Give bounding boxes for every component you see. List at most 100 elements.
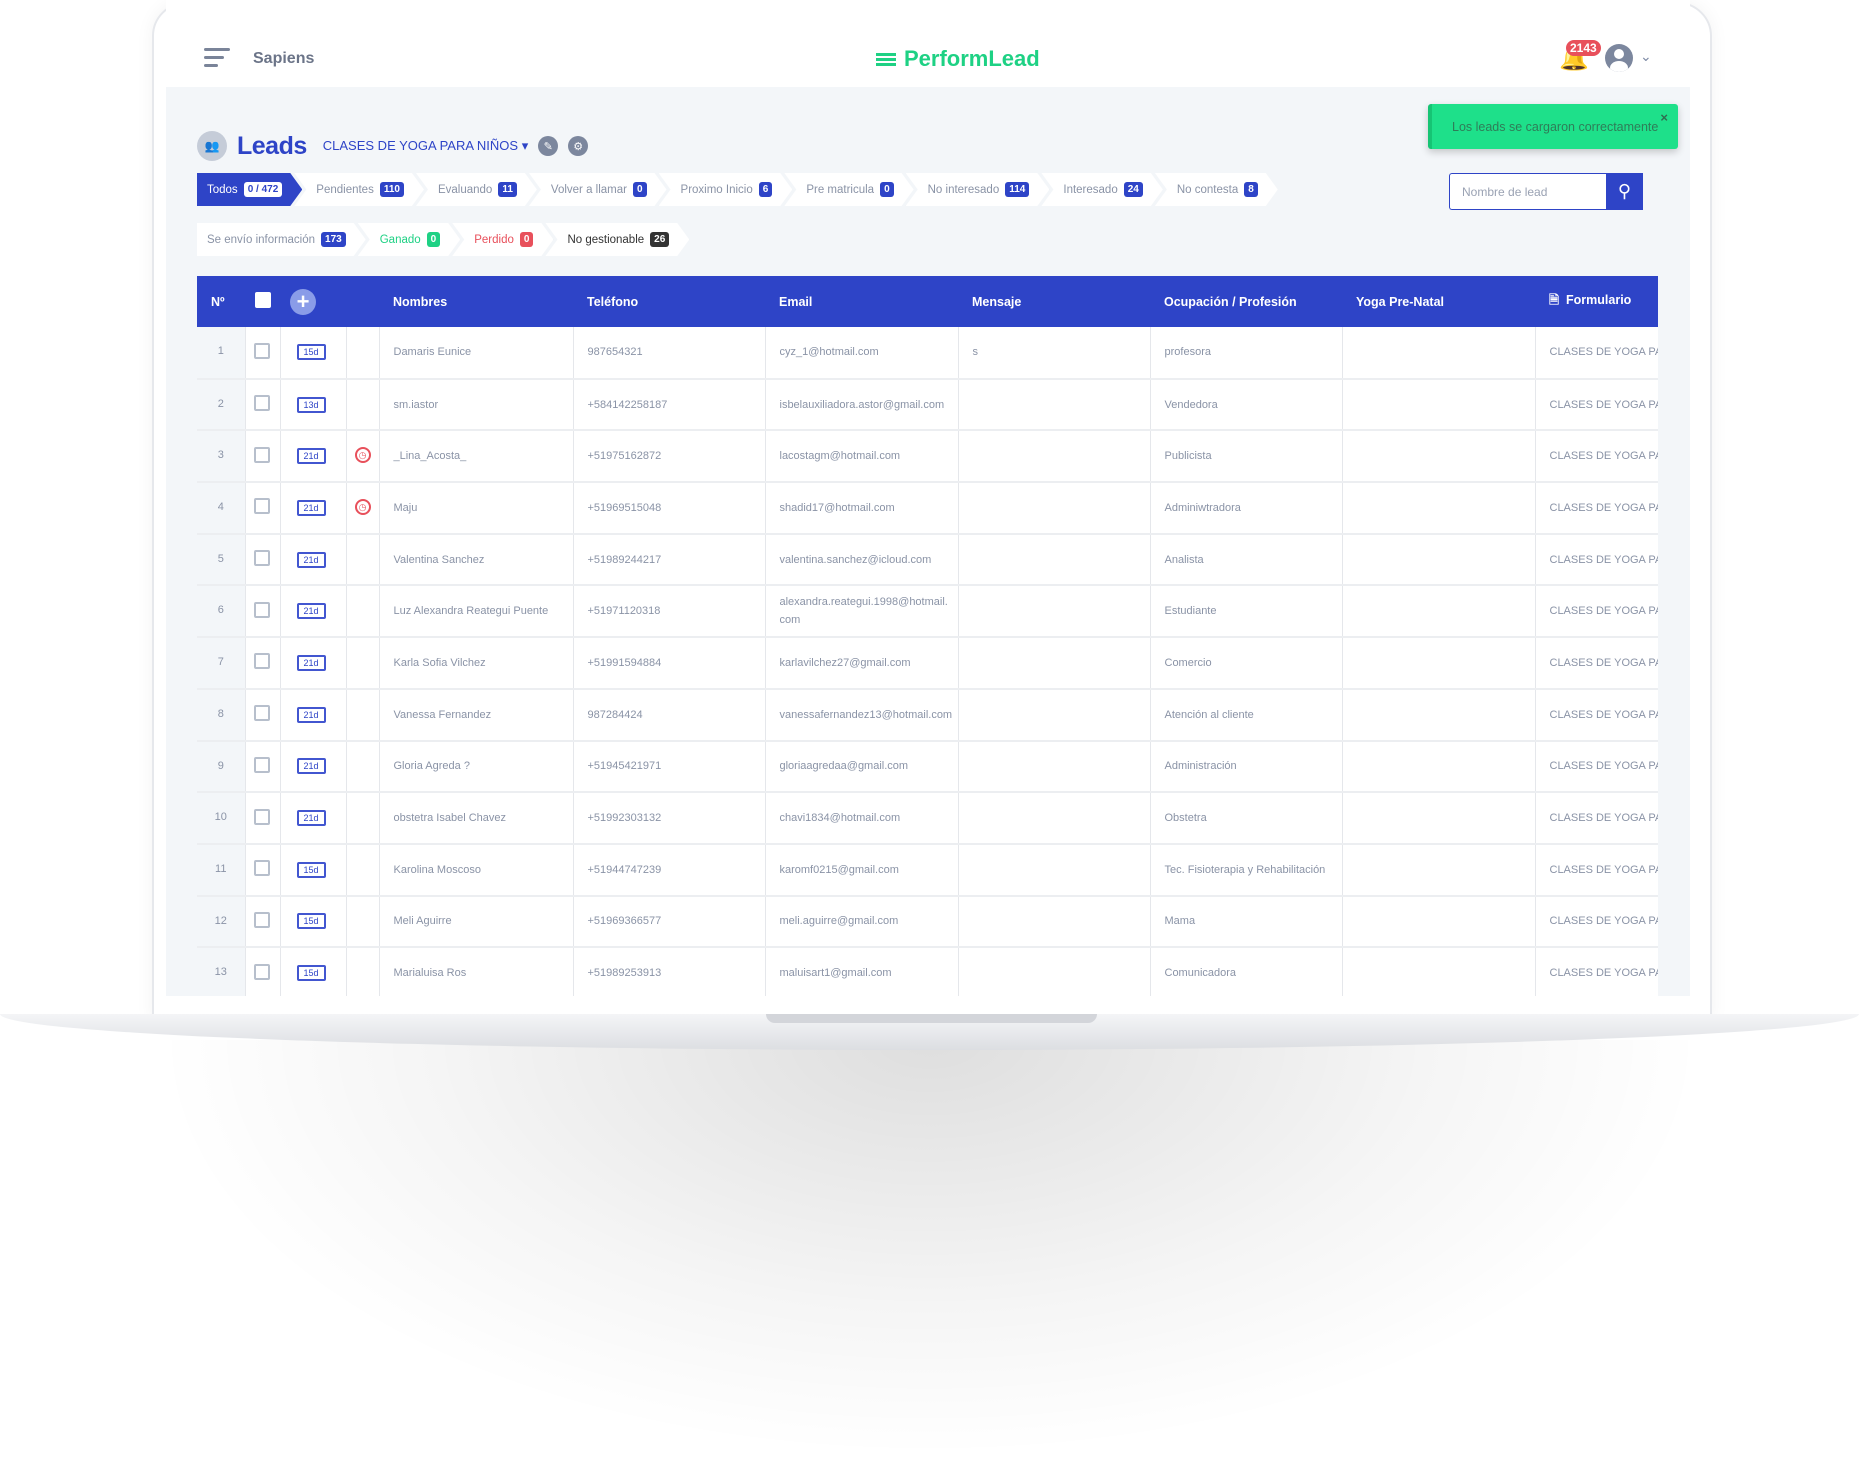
tab-todos[interactable]: Todos 0 / 472: [197, 173, 302, 206]
table-row[interactable]: 3 21d ◷ _Lina_Acosta_ +51975162872 lacos…: [197, 430, 1658, 484]
tab-label: Se envío información: [207, 233, 316, 246]
row-checkbox[interactable]: [253, 911, 270, 928]
lead-name[interactable]: Maju: [379, 482, 574, 535]
close-icon[interactable]: ×: [1660, 110, 1668, 125]
row-checkbox[interactable]: [253, 808, 270, 825]
col-email[interactable]: Email: [765, 276, 958, 327]
chevron-down-icon[interactable]: ⌄: [1640, 48, 1652, 65]
row-checkbox[interactable]: [253, 653, 270, 670]
search-input[interactable]: [1449, 173, 1606, 210]
lead-name[interactable]: Luz Alexandra Reategui Puente: [379, 585, 574, 639]
days-badge: 15d: [296, 913, 326, 930]
row-checkbox[interactable]: [253, 498, 270, 515]
days-badge: 21d: [296, 551, 326, 568]
tab-se-env-o-informaci-n[interactable]: Se envío información 173: [197, 223, 366, 256]
row-number: 4: [197, 482, 246, 535]
row-checkbox[interactable]: [253, 705, 270, 722]
menu-icon[interactable]: [204, 48, 230, 72]
lead-form: CLASES DE YOGA PARA: [1535, 895, 1658, 949]
lead-form: CLASES DE YOGA PARA: [1535, 792, 1658, 845]
lead-email: alexandra.reategui.1998@hotmail.com: [765, 585, 959, 639]
table-row[interactable]: 8 21d Vanessa Fernandez 987284424 vaness…: [197, 688, 1658, 742]
tab-count-badge: 0: [520, 232, 534, 247]
page-header: 👥 Leads CLASES DE YOGA PARA NIÑOS ▾ ✎ ⚙: [197, 131, 589, 161]
row-checkbox[interactable]: [253, 550, 270, 567]
row-select-cell: [245, 740, 281, 794]
table-row[interactable]: 9 21d Gloria Agreda ? +51945421971 glori…: [197, 740, 1658, 794]
row-checkbox[interactable]: [253, 756, 270, 773]
days-badge: 13d: [296, 396, 326, 413]
lead-name[interactable]: Vanessa Fernandez: [379, 688, 574, 742]
logo-icon: [876, 51, 896, 68]
edit-icon[interactable]: ✎: [538, 136, 559, 156]
tab-perdido[interactable]: Perdido 0: [452, 223, 553, 256]
tab-ganado[interactable]: Ganado 0: [358, 223, 461, 256]
add-lead-button[interactable]: +: [290, 288, 316, 315]
days-cell: 21d: [280, 585, 347, 639]
col-phone[interactable]: Teléfono: [573, 276, 765, 327]
lead-name[interactable]: _Lina_Acosta_: [379, 430, 574, 484]
tab-evaluando[interactable]: Evaluando 11: [416, 173, 537, 206]
tab-pendientes[interactable]: Pendientes 110: [294, 173, 424, 206]
col-message[interactable]: Mensaje: [958, 276, 1150, 327]
table-row[interactable]: 11 15d Karolina Moscoso +51944747239 kar…: [197, 843, 1658, 897]
table-row[interactable]: 1 15d Damaris Eunice 987654321 cyz_1@hot…: [197, 327, 1658, 380]
days-cell: 21d: [280, 792, 347, 845]
col-occupation[interactable]: Ocupación / Profesión: [1150, 276, 1342, 327]
table-row[interactable]: 6 21d Luz Alexandra Reategui Puente +519…: [197, 585, 1658, 639]
row-checkbox[interactable]: [253, 446, 270, 463]
select-all-checkbox[interactable]: [255, 292, 271, 308]
row-checkbox[interactable]: [253, 601, 270, 618]
row-checkbox[interactable]: [253, 395, 270, 412]
alert-cell: [346, 327, 380, 380]
lead-form: CLASES DE YOGA PARA: [1535, 378, 1658, 432]
tab-proximo-inicio[interactable]: Proximo Inicio 6: [659, 173, 793, 206]
table-row[interactable]: 12 15d Meli Aguirre +51969366577 meli.ag…: [197, 895, 1658, 949]
document-icon: 🗎: [1549, 293, 1560, 307]
table-row[interactable]: 7 21d Karla Sofia Vilchez +51991594884 k…: [197, 637, 1658, 690]
col-form-label: Formulario: [1566, 293, 1632, 307]
campaign-select[interactable]: CLASES DE YOGA PARA NIÑOS ▾: [323, 138, 528, 154]
tab-no-gestionable[interactable]: No gestionable 26: [545, 223, 689, 256]
user-avatar[interactable]: [1605, 44, 1633, 72]
table-row[interactable]: 10 21d obstetra Isabel Chavez +519923031…: [197, 792, 1658, 845]
lead-name[interactable]: obstetra Isabel Chavez: [379, 792, 574, 845]
table-row[interactable]: 4 21d ◷ Maju +51969515048 shadid17@hotma…: [197, 482, 1658, 535]
lead-name[interactable]: Karla Sofia Vilchez: [379, 637, 574, 690]
table-row[interactable]: 2 13d sm.iastor +584142258187 isbelauxil…: [197, 378, 1658, 432]
lead-name[interactable]: Marialuisa Ros: [379, 947, 574, 996]
top-bar: Sapiens PerformLead 🔔 2143 ⌄: [166, 0, 1690, 87]
tab-pre-matricula[interactable]: Pre matricula 0: [784, 173, 913, 206]
lead-message: [958, 895, 1151, 949]
lead-prenatal: [1342, 947, 1536, 996]
tab-interesado[interactable]: Interesado 24: [1041, 173, 1162, 206]
days-cell: 15d: [280, 947, 347, 996]
tab-volver-a-llamar[interactable]: Volver a llamar 0: [529, 173, 667, 206]
add-cell: +: [280, 276, 346, 327]
row-checkbox[interactable]: [253, 963, 270, 980]
table-row[interactable]: 13 15d Marialuisa Ros +51989253913 malui…: [197, 947, 1658, 996]
search-button[interactable]: ⚲: [1606, 173, 1643, 210]
alert-cell: [346, 947, 380, 996]
lead-name[interactable]: sm.iastor: [379, 378, 574, 432]
table-row[interactable]: 5 21d Valentina Sanchez +51989244217 val…: [197, 533, 1658, 587]
row-checkbox[interactable]: [253, 860, 270, 877]
lead-name[interactable]: Valentina Sanchez: [379, 533, 574, 587]
row-number: 10: [197, 792, 246, 845]
alert-cell: ◷: [346, 482, 380, 535]
lead-name[interactable]: Gloria Agreda ?: [379, 740, 574, 794]
row-checkbox[interactable]: [253, 342, 270, 359]
lead-name[interactable]: Damaris Eunice: [379, 327, 574, 380]
lead-form: CLASES DE YOGA PARA: [1535, 688, 1658, 742]
col-form[interactable]: 🗎 Formulario: [1535, 276, 1658, 327]
col-names[interactable]: Nombres: [379, 276, 573, 327]
status-tabs-row-2: Se envío información 173 Ganado 0 Perdido 0 No…: [197, 223, 681, 256]
tab-no-contesta[interactable]: No contesta 8: [1155, 173, 1278, 206]
tab-no-interesado[interactable]: No interesado 114: [906, 173, 1050, 206]
col-prenatal[interactable]: Yoga Pre-Natal: [1342, 276, 1535, 327]
lead-email: gloriaagredaa@gmail.com: [765, 740, 959, 794]
lead-name[interactable]: Karolina Moscoso: [379, 843, 574, 897]
gear-icon[interactable]: ⚙: [568, 136, 589, 156]
logo[interactable]: PerformLead: [876, 46, 1040, 72]
lead-name[interactable]: Meli Aguirre: [379, 895, 574, 949]
